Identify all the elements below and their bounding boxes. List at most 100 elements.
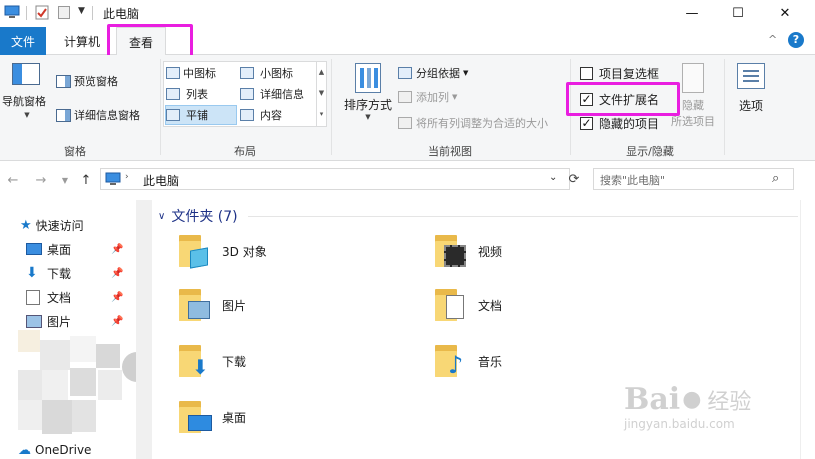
tab-file[interactable]: 文件 xyxy=(0,27,46,55)
nav-quick-access[interactable]: ★ 快速访问 xyxy=(0,214,140,236)
paw-icon: ● xyxy=(682,387,702,412)
nav-pane-button[interactable]: 导航窗格 ▼ xyxy=(2,63,52,133)
hide-selected-icon xyxy=(682,63,704,93)
hidden-items-label: 隐藏的项目 xyxy=(599,117,660,131)
folder-item-pictures[interactable]: 图片 xyxy=(176,280,246,330)
layout-content[interactable]: 内容 xyxy=(240,105,316,124)
folder-documents-icon xyxy=(432,285,472,325)
address-field[interactable]: › 此电脑 ⌄ xyxy=(100,168,570,190)
refresh-button[interactable]: ⟳ xyxy=(566,168,582,190)
search-icon[interactable]: ⌕ xyxy=(772,171,779,186)
folder-item-desktop[interactable]: 桌面 xyxy=(176,392,246,442)
small-icons-icon xyxy=(240,66,254,79)
layout-small-icons[interactable]: 小图标 xyxy=(240,63,316,82)
chevron-down-icon: ▼ xyxy=(463,69,469,77)
fit-columns-button[interactable]: 将所有列调整为合适的大小 xyxy=(398,115,548,131)
group-label-current-view: 当前视图 xyxy=(428,145,472,158)
customize-qat-icon[interactable]: ▼ xyxy=(78,6,85,16)
help-icon[interactable]: ? xyxy=(788,32,804,48)
computer-icon[interactable] xyxy=(4,5,20,18)
layout-label: 内容 xyxy=(260,108,282,122)
ribbon: 导航窗格 ▼ 预览窗格 详细信息窗格 窗格 中图标 小图标 列表 详细信息 平铺 xyxy=(0,55,815,161)
group-by-button[interactable]: 分组依据 ▼ xyxy=(398,65,468,81)
folder-name: 下载 xyxy=(222,354,247,369)
layout-medium-icons[interactable]: 中图标 xyxy=(166,63,238,82)
medium-icons-icon xyxy=(166,66,180,79)
layout-label: 详细信息 xyxy=(260,87,304,101)
folder-item-documents[interactable]: 文档 xyxy=(432,280,502,330)
nav-item-downloads[interactable]: ⬇ 下载 📌 xyxy=(0,262,140,284)
layout-label: 小图标 xyxy=(260,66,293,80)
cloud-icon: ☁ xyxy=(18,442,31,458)
forward-arrow-icon[interactable]: → xyxy=(32,170,50,190)
recent-locations-icon[interactable]: ▼ xyxy=(56,170,74,190)
folder-item-3d[interactable]: 3D 对象 xyxy=(176,226,267,276)
watermark-brand: Bai xyxy=(624,382,681,417)
nav-pane-label: 导航窗格 xyxy=(2,95,46,108)
highlight-file-extensions xyxy=(566,82,680,116)
desktop-icon xyxy=(26,243,42,255)
watermark-url: jingyan.baidu.com xyxy=(624,417,735,431)
nav-label: 图片 xyxy=(47,314,72,329)
layout-details[interactable]: 详细信息 xyxy=(240,84,316,103)
search-placeholder: 搜索"此电脑" xyxy=(600,174,666,187)
tab-computer[interactable]: 计算机 xyxy=(54,27,110,55)
pin-icon[interactable]: 📌 xyxy=(111,244,123,255)
address-bar-row: ← → ▼ ↑ › 此电脑 ⌄ ⟳ 搜索"此电脑" ⌕ xyxy=(0,166,815,194)
pin-icon[interactable]: 📌 xyxy=(111,292,123,303)
watermark-brand-cn: 经验 xyxy=(707,389,752,415)
new-folder-icon[interactable] xyxy=(58,6,70,19)
folder-item-downloads[interactable]: ⬇ 下载 xyxy=(176,336,246,386)
details-pane-label: 详细信息窗格 xyxy=(74,109,140,122)
search-input[interactable]: 搜索"此电脑" ⌕ xyxy=(593,168,794,190)
folder-item-music[interactable]: ♪ 音乐 xyxy=(432,336,502,386)
item-checkboxes-toggle[interactable]: 项目复选框 xyxy=(580,65,659,82)
nav-item-onedrive[interactable]: ☁ OneDrive xyxy=(0,439,140,459)
content-icon xyxy=(240,108,254,121)
back-arrow-icon[interactable]: ← xyxy=(4,170,22,190)
layout-label: 列表 xyxy=(186,87,208,101)
checkbox-unchecked[interactable] xyxy=(580,67,593,80)
group-label-panes: 窗格 xyxy=(64,145,86,158)
title-bar: ▼ 此电脑 — ☐ ✕ xyxy=(0,0,815,26)
details-icon xyxy=(240,87,254,100)
nav-item-pictures[interactable]: 图片 📌 xyxy=(0,310,140,332)
chevron-down-icon: ▼ xyxy=(365,113,371,121)
scrollbar[interactable] xyxy=(800,200,815,459)
minimize-button[interactable]: — xyxy=(669,0,715,26)
up-arrow-icon[interactable]: ↑ xyxy=(77,170,95,190)
nav-item-documents[interactable]: 文档 📌 xyxy=(0,286,140,308)
add-columns-button[interactable]: 添加列 ▼ xyxy=(398,89,457,105)
close-button[interactable]: ✕ xyxy=(762,0,808,26)
nav-label: 文档 xyxy=(47,290,72,305)
maximize-button[interactable]: ☐ xyxy=(715,0,761,26)
checkbox-checked[interactable]: ✓ xyxy=(580,117,593,130)
details-pane-icon xyxy=(56,108,71,122)
pin-icon[interactable]: 📌 xyxy=(111,316,123,327)
breadcrumb-chevron-icon[interactable]: › xyxy=(125,172,129,182)
folder-downloads-icon: ⬇ xyxy=(176,341,216,381)
preview-pane-button[interactable]: 预览窗格 xyxy=(56,73,118,89)
section-header[interactable]: ∨ 文件夹 (7) xyxy=(158,206,798,226)
tiles-icon xyxy=(166,109,180,121)
add-columns-icon xyxy=(398,91,412,103)
details-pane-button[interactable]: 详细信息窗格 xyxy=(56,107,140,123)
document-icon xyxy=(26,289,40,305)
layout-list[interactable]: 列表 xyxy=(166,84,238,103)
pin-icon[interactable]: 📌 xyxy=(111,268,123,279)
list-icon xyxy=(166,87,180,100)
hidden-items-toggle[interactable]: ✓ 隐藏的项目 xyxy=(580,115,659,132)
nav-item-desktop[interactable]: 桌面 📌 xyxy=(0,238,140,260)
options-button[interactable]: 选项 xyxy=(730,63,772,135)
gallery-scroll[interactable]: ▲ ▼ ▾ xyxy=(316,62,326,126)
address-dropdown-icon[interactable]: ⌄ xyxy=(549,172,557,183)
folder-music-icon: ♪ xyxy=(432,341,472,381)
properties-icon[interactable] xyxy=(35,5,49,20)
folder-item-videos[interactable]: 视频 xyxy=(432,226,502,276)
chevron-down-icon: ∨ xyxy=(158,210,166,222)
address-path: 此电脑 xyxy=(143,174,180,188)
sort-by-button[interactable]: 排序方式 ▼ xyxy=(340,63,396,135)
folder-pictures-icon xyxy=(176,285,216,325)
layout-tiles[interactable]: 平铺 xyxy=(165,105,237,125)
collapse-ribbon-icon[interactable]: ^ xyxy=(768,33,777,46)
